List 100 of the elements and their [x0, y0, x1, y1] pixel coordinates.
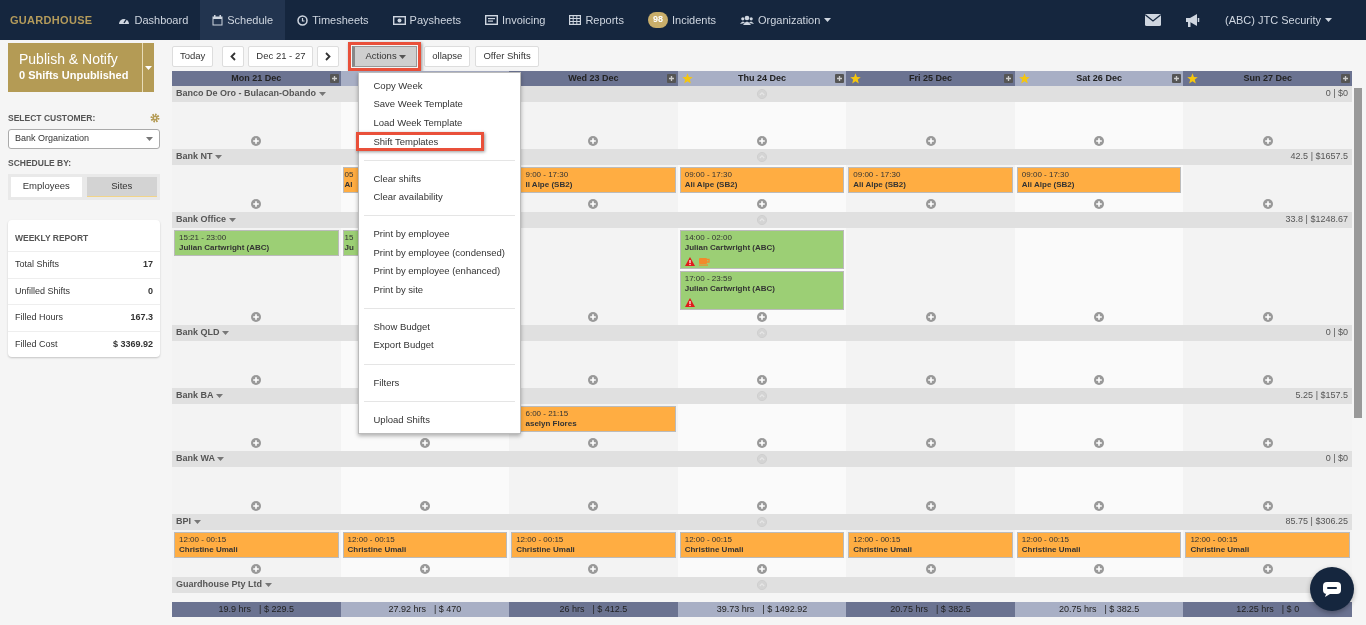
- schedule-cell[interactable]: 12:00 - 00:15 Christine Umali: [677, 530, 847, 577]
- add-shift-icon[interactable]: [251, 438, 262, 448]
- schedule-cell[interactable]: 09:00 - 17:30 Ali Alpe (SB2): [846, 165, 1015, 212]
- schedule-cell[interactable]: [1014, 404, 1184, 451]
- actions-button[interactable]: Actions: [352, 46, 418, 67]
- toggle-option[interactable]: Sites: [86, 176, 157, 197]
- menu-item[interactable]: Filters: [359, 373, 521, 393]
- shift-card[interactable]: 17:00 - 23:59 Julian Cartwright (ABC): [679, 271, 845, 310]
- schedule-cell[interactable]: [1014, 341, 1184, 388]
- add-shift-icon[interactable]: [1094, 136, 1105, 146]
- nav-link[interactable]: Timesheets: [285, 0, 381, 40]
- nav-link[interactable]: Dashboard: [106, 0, 201, 40]
- shift-card[interactable]: 12:00 - 00:15 Christine Umali: [848, 532, 1013, 558]
- previous-button[interactable]: [222, 46, 245, 67]
- schedule-cell[interactable]: [340, 467, 510, 514]
- publish-menu-button[interactable]: [142, 43, 154, 92]
- shift-card[interactable]: 09:00 - 17:30 Ali Alpe (SB2): [679, 167, 845, 193]
- schedule-cell[interactable]: [677, 341, 847, 388]
- add-shift-icon[interactable]: [251, 501, 262, 511]
- add-shift-icon[interactable]: [588, 501, 599, 511]
- expand-icon[interactable]: [1172, 74, 1182, 83]
- add-shift-icon[interactable]: [419, 501, 430, 511]
- menu-item[interactable]: Show Budget: [359, 317, 521, 337]
- add-shift-icon[interactable]: [757, 501, 767, 511]
- schedule-cell[interactable]: 12:00 - 00:15 Christine Umali: [1014, 530, 1184, 577]
- add-shift-icon[interactable]: [251, 375, 262, 385]
- shift-card[interactable]: 09:00 - 17:30 Ali Alpe (SB2): [848, 167, 1013, 193]
- site-name[interactable]: Banco De Oro - Bulacan-Obando: [176, 87, 326, 101]
- add-shift-icon[interactable]: [1094, 501, 1105, 511]
- shift-card[interactable]: 09:00 - 17:30 Ali Alpe (SB2): [1016, 167, 1182, 193]
- site-name[interactable]: Guardhouse Pty Ltd: [176, 578, 272, 592]
- shift-card[interactable]: 12:00 - 00:15 Christine Umali: [1016, 532, 1182, 558]
- schedule-cell[interactable]: [677, 404, 847, 451]
- add-shift-icon[interactable]: [419, 564, 430, 574]
- add-shift-icon[interactable]: [588, 438, 599, 448]
- add-shift-icon[interactable]: [1262, 501, 1273, 511]
- add-shift-icon[interactable]: [925, 199, 936, 209]
- add-shift-icon[interactable]: [925, 501, 936, 511]
- add-shift-icon[interactable]: [1094, 564, 1105, 574]
- date-range-button[interactable]: Dec 21 - 27: [248, 46, 314, 67]
- nav-link[interactable]: Paysheets: [380, 0, 473, 40]
- add-shift-icon[interactable]: [757, 564, 767, 574]
- add-shift-icon[interactable]: [757, 136, 767, 146]
- add-shift-icon[interactable]: [757, 375, 767, 385]
- add-shift-icon[interactable]: [1262, 199, 1273, 209]
- expand-icon[interactable]: [666, 74, 676, 83]
- add-shift-icon[interactable]: [251, 199, 262, 209]
- menu-item[interactable]: Print by employee: [359, 225, 521, 244]
- account-menu[interactable]: (ABC) JTC Security: [1213, 0, 1344, 40]
- add-shift-icon[interactable]: [1262, 312, 1273, 322]
- shift-card[interactable]: 15:21 - 23:00 Julian Cartwright (ABC): [174, 230, 339, 256]
- site-name[interactable]: Bank NT: [176, 150, 222, 164]
- shift-card[interactable]: 12:00 - 00:15 Christine Umali: [511, 532, 676, 558]
- schedule-cell[interactable]: 12:00 - 00:15 Christine Umali: [340, 530, 510, 577]
- menu-item[interactable]: Export Budget: [359, 336, 521, 355]
- schedule-cell[interactable]: 12:00 - 00:15 Christine Umali: [172, 530, 341, 577]
- add-shift-icon[interactable]: [925, 375, 936, 385]
- add-shift-icon[interactable]: [925, 564, 936, 574]
- add-shift-icon[interactable]: [757, 438, 767, 448]
- menu-item[interactable]: Shift Templates: [356, 132, 485, 151]
- nav-link[interactable]: Schedule: [200, 0, 286, 40]
- schedule-cell[interactable]: [1014, 467, 1184, 514]
- schedule-cell[interactable]: 12:00 - 00:15 Christine Umali: [1183, 530, 1352, 577]
- site-name[interactable]: Bank QLD: [176, 326, 229, 340]
- menu-item[interactable]: Print by employee (condensed): [359, 243, 521, 263]
- add-shift-icon[interactable]: [251, 312, 262, 322]
- schedule-cell[interactable]: [1014, 228, 1184, 325]
- site-name[interactable]: BPI: [176, 515, 201, 529]
- add-shift-icon[interactable]: [925, 136, 936, 146]
- menu-item[interactable]: Load Week Template: [359, 113, 521, 133]
- shift-card[interactable]: 12:00 - 00:15 Christine Umali: [342, 532, 508, 558]
- offer-shifts-button[interactable]: Offer Shifts: [475, 46, 539, 67]
- menu-item[interactable]: Save Week Template: [359, 95, 521, 114]
- expand-icon[interactable]: [329, 74, 339, 83]
- schedule-cell[interactable]: 09:00 - 17:30 Ali Alpe (SB2): [677, 165, 847, 212]
- menu-item[interactable]: Print by employee (enhanced): [359, 262, 521, 281]
- site-name[interactable]: Bank Office: [176, 213, 236, 227]
- menu-item[interactable]: Print by site: [359, 280, 521, 299]
- nav-link[interactable]: Reports: [557, 0, 636, 40]
- today-button[interactable]: Today: [172, 46, 214, 67]
- add-shift-icon[interactable]: [1262, 136, 1273, 146]
- schedule-cell[interactable]: [677, 467, 847, 514]
- add-shift-icon[interactable]: [251, 136, 262, 146]
- add-shift-icon[interactable]: [925, 312, 936, 322]
- shift-card[interactable]: 14:00 - 02:00 Julian Cartwright (ABC): [679, 230, 845, 269]
- add-shift-icon[interactable]: [757, 199, 767, 209]
- nav-link[interactable]: Organization: [728, 0, 844, 40]
- add-shift-icon[interactable]: [925, 438, 936, 448]
- site-name[interactable]: Bank WA: [176, 452, 225, 466]
- add-shift-icon[interactable]: [1094, 438, 1105, 448]
- nav-link[interactable]: Invoicing: [473, 0, 558, 40]
- collapse-button[interactable]: ollapse: [424, 46, 471, 67]
- toggle-option[interactable]: Employees: [11, 176, 82, 197]
- nav-link[interactable]: 98 Incidents: [635, 0, 728, 40]
- add-shift-icon[interactable]: [588, 199, 599, 209]
- add-shift-icon[interactable]: [1094, 375, 1105, 385]
- gear-icon[interactable]: [150, 113, 160, 124]
- add-shift-icon[interactable]: [419, 438, 430, 448]
- expand-icon[interactable]: [835, 74, 845, 83]
- schedule-cell[interactable]: 14:00 - 02:00 Julian Cartwright (ABC) 17:00 - 23:59 Julian Cartwright (ABC): [677, 228, 847, 325]
